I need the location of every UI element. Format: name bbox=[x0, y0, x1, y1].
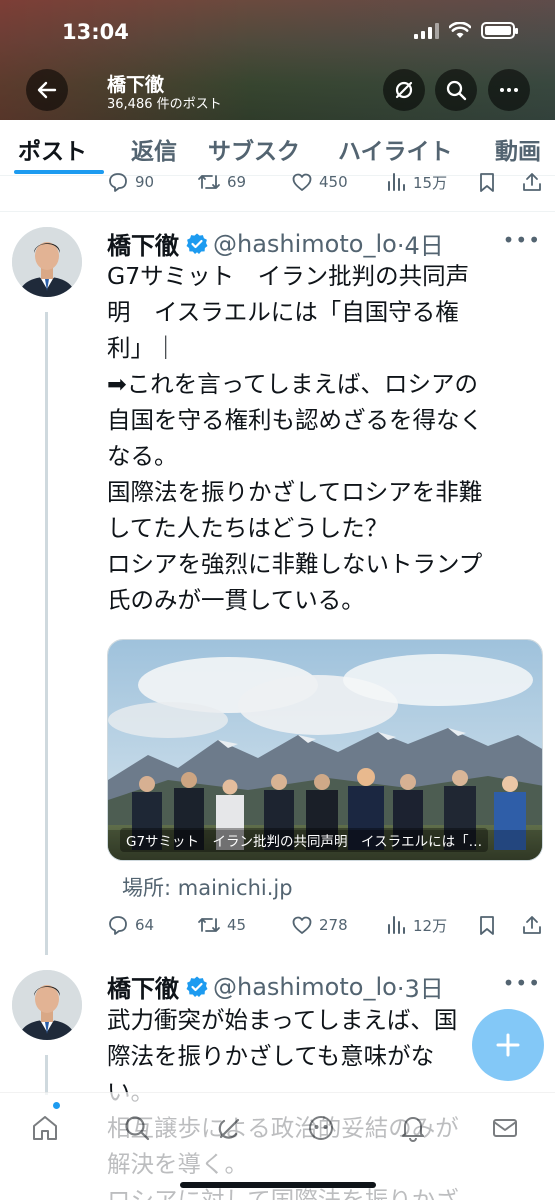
repost-button[interactable]: 69 bbox=[197, 171, 246, 193]
bell-icon[interactable] bbox=[398, 1113, 428, 1143]
plus-icon bbox=[496, 1033, 520, 1057]
link-source[interactable]: 場所: mainichi.jp bbox=[122, 872, 293, 902]
like-button[interactable]: 278 bbox=[291, 914, 348, 936]
profile-header: 13:04 橋下徹 36,486 件のポスト bbox=[0, 0, 555, 120]
bookmark-button[interactable] bbox=[477, 914, 497, 936]
more-icon: ••• bbox=[502, 228, 541, 252]
share-button[interactable] bbox=[521, 171, 543, 193]
repost-count: 45 bbox=[227, 916, 247, 934]
arrow-left-icon bbox=[37, 81, 57, 99]
home-notification-dot bbox=[53, 1102, 60, 1109]
repost-button[interactable]: 45 bbox=[197, 914, 246, 936]
tab-subscriptions[interactable]: サブスク bbox=[208, 132, 300, 166]
like-count: 278 bbox=[319, 916, 348, 934]
view-count: 12万 bbox=[413, 916, 448, 935]
tab-replies[interactable]: 返信 bbox=[131, 132, 177, 166]
views-icon bbox=[388, 916, 405, 934]
views-button[interactable]: 15万 bbox=[385, 171, 447, 193]
tab-highlights[interactable]: ハイライト bbox=[338, 132, 453, 166]
reply-button[interactable]: 90 bbox=[107, 171, 154, 193]
more-button[interactable] bbox=[488, 69, 530, 111]
not-following-button[interactable] bbox=[383, 69, 425, 111]
compose-button[interactable] bbox=[472, 1009, 544, 1081]
repost-icon bbox=[198, 175, 220, 189]
tab-posts[interactable]: ポスト bbox=[18, 132, 87, 166]
repost-count: 69 bbox=[227, 173, 247, 191]
mail-icon[interactable] bbox=[490, 1113, 520, 1143]
home-icon[interactable] bbox=[30, 1113, 60, 1143]
search-button[interactable] bbox=[435, 69, 477, 111]
reply-icon bbox=[109, 916, 127, 935]
communities-icon[interactable] bbox=[306, 1113, 336, 1143]
avatar-portrait bbox=[12, 227, 82, 297]
like-count: 450 bbox=[319, 173, 348, 191]
more-icon bbox=[500, 88, 518, 92]
author-name[interactable]: 橋下徹 bbox=[107, 226, 179, 261]
verified-badge-icon bbox=[186, 976, 208, 997]
search-icon bbox=[446, 80, 467, 101]
bookmark-icon bbox=[480, 916, 494, 935]
like-button[interactable]: 450 bbox=[291, 171, 348, 193]
post-header: 橋下徹 @hashimoto_lo ·3日 bbox=[107, 969, 444, 1004]
active-tab-indicator bbox=[14, 170, 104, 174]
avatar[interactable] bbox=[12, 227, 82, 297]
author-handle[interactable]: @hashimoto_lo bbox=[213, 230, 397, 258]
post-header: 橋下徹 @hashimoto_lo ·4日 bbox=[107, 226, 444, 261]
more-icon: ••• bbox=[502, 971, 541, 995]
repost-icon bbox=[198, 918, 220, 932]
thread-line bbox=[45, 1055, 48, 1095]
wifi-icon bbox=[449, 22, 471, 38]
back-button[interactable] bbox=[26, 69, 68, 111]
reply-button[interactable]: 64 bbox=[107, 914, 154, 936]
battery-icon bbox=[481, 22, 518, 39]
share-icon bbox=[523, 173, 541, 191]
bookmark-icon bbox=[480, 173, 494, 192]
share-icon bbox=[523, 916, 541, 934]
reply-icon bbox=[109, 173, 127, 192]
verified-badge-icon bbox=[186, 233, 208, 254]
post-divider bbox=[0, 211, 555, 212]
grok-icon[interactable] bbox=[214, 1113, 244, 1143]
views-button[interactable]: 12万 bbox=[385, 914, 447, 936]
author-handle[interactable]: @hashimoto_lo bbox=[213, 973, 397, 1001]
reply-count: 64 bbox=[135, 916, 155, 934]
heart-icon bbox=[292, 173, 312, 191]
post-time[interactable]: ·4日 bbox=[397, 226, 444, 261]
post-actions: 64 45 278 12万 bbox=[107, 914, 547, 938]
link-card[interactable]: G7サミット イラン批判の共同声明 イスラエルには「… bbox=[107, 639, 543, 861]
author-name[interactable]: 橋下徹 bbox=[107, 969, 179, 1004]
link-card-caption: G7サミット イラン批判の共同声明 イスラエルには「… bbox=[120, 828, 489, 852]
post-time[interactable]: ·3日 bbox=[397, 969, 444, 1004]
profile-tabs: ポスト 返信 サブスク ハイライト 動画 bbox=[0, 120, 555, 176]
post-count: 36,486 件のポスト bbox=[107, 97, 222, 112]
status-time: 13:04 bbox=[62, 20, 129, 44]
search-icon[interactable] bbox=[122, 1113, 152, 1143]
home-indicator bbox=[180, 1182, 376, 1188]
cellular-signal-icon bbox=[414, 22, 439, 39]
status-icons bbox=[414, 22, 518, 39]
heart-icon bbox=[292, 916, 312, 934]
tab-videos[interactable]: 動画 bbox=[495, 132, 541, 166]
bookmark-button[interactable] bbox=[477, 171, 497, 193]
avatar[interactable] bbox=[12, 970, 82, 1040]
thread-line bbox=[45, 312, 48, 955]
post-more-button[interactable]: ••• bbox=[503, 971, 541, 995]
reply-count: 90 bbox=[135, 173, 155, 191]
previous-post-actions: 90 69 450 15万 bbox=[107, 171, 547, 195]
views-icon bbox=[388, 173, 405, 191]
post-more-button[interactable]: ••• bbox=[503, 228, 541, 252]
share-button[interactable] bbox=[521, 914, 543, 936]
post-text: G7サミット イラン批判の共同声 明 イスラエルには「自国守る権 利」｜ ➡これ… bbox=[107, 262, 483, 614]
avatar-portrait bbox=[12, 970, 82, 1040]
slashed-circle-icon bbox=[395, 81, 413, 99]
view-count: 15万 bbox=[413, 173, 448, 192]
